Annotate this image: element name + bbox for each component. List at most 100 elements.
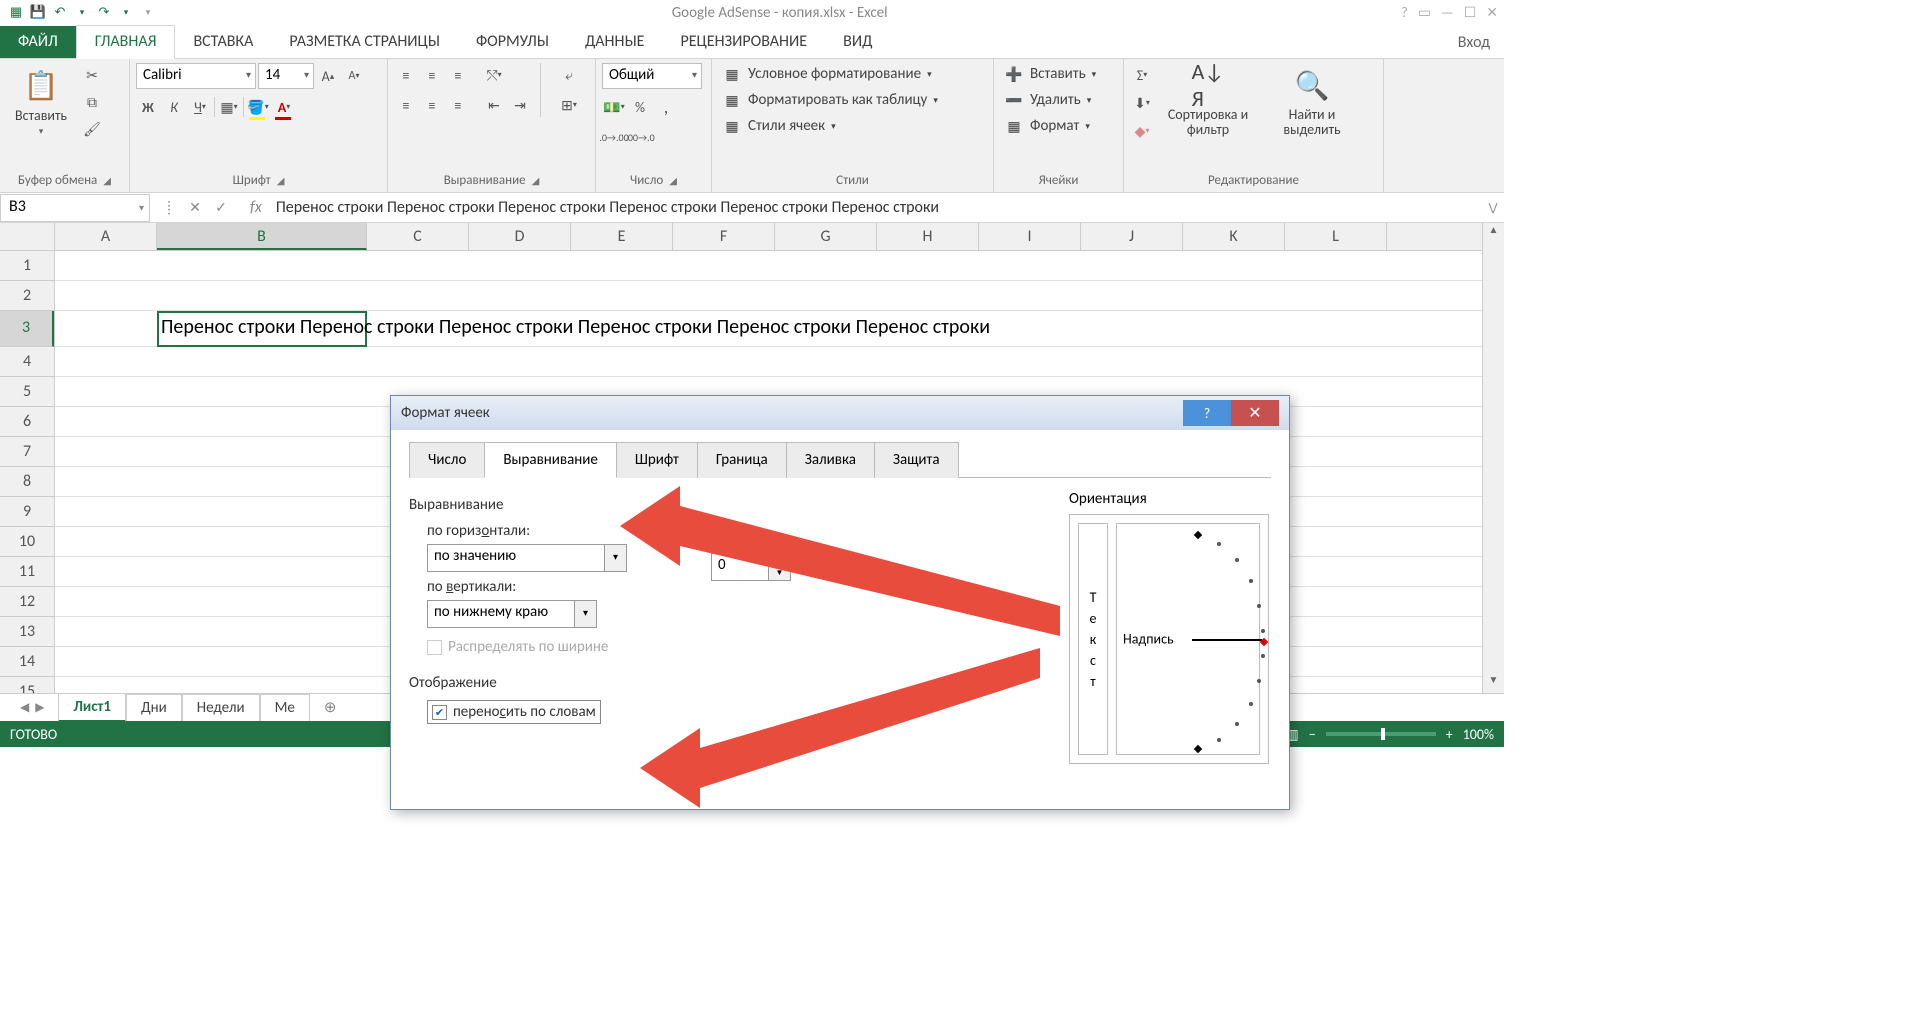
undo-icon[interactable]: ↶ [50,3,70,23]
find-select-button[interactable]: 🔍 Найти и выделить [1262,63,1362,140]
dialog-launcher-icon[interactable]: ◢ [277,174,285,187]
row-header[interactable]: 2 [0,281,54,311]
name-box[interactable]: B3▾ [0,194,150,222]
fx-icon[interactable]: fx [250,198,262,217]
redo-icon[interactable]: ↷ [94,3,114,23]
conditional-formatting-button[interactable]: ▦Условное форматирование ▾ [718,63,936,85]
row-header[interactable]: 11 [0,557,54,587]
col-header[interactable]: J [1081,223,1183,250]
row-header[interactable]: 1 [0,251,54,281]
col-header[interactable]: G [775,223,877,250]
signin-link[interactable]: Вход [1444,27,1504,58]
add-sheet-button[interactable]: ⊕ [310,694,351,721]
font-name-select[interactable]: Calibri▾ [136,63,256,89]
format-as-table-button[interactable]: ▦Форматировать как таблицу ▾ [718,89,942,111]
col-header[interactable]: I [979,223,1081,250]
formula-content[interactable]: Перенос строки Перенос строки Перенос ст… [272,198,1482,217]
scroll-up-icon[interactable]: ▲ [1483,223,1504,243]
fb-cancel-icon[interactable]: ✕ [184,199,206,216]
currency-icon[interactable]: 💵▾ [602,95,626,119]
col-header[interactable]: L [1285,223,1387,250]
scroll-down-icon[interactable]: ▼ [1483,673,1504,693]
vertical-align-select[interactable]: по нижнему краю▾ [427,600,597,628]
qat-customize-icon[interactable]: ▾ [138,3,158,23]
sheet-tab[interactable]: Дни [126,694,182,721]
decrease-indent-icon[interactable]: ⇤ [482,93,506,117]
tab-review[interactable]: РЕЦЕНЗИРОВАНИЕ [662,26,825,58]
sheet-tab[interactable]: Недели [182,694,260,721]
vertical-scrollbar[interactable]: ▲ ▼ [1482,223,1504,693]
fill-color-icon[interactable]: 🪣▾ [246,95,270,119]
ribbon-display-icon[interactable]: ▭ [1418,4,1431,21]
minimize-icon[interactable]: — [1441,4,1454,21]
cut-icon[interactable]: ✂ [80,63,104,87]
indent-spinner[interactable]: 0▲▼ [711,553,791,581]
delete-cells-button[interactable]: ➖Удалить ▾ [1000,89,1095,111]
row-header[interactable]: 12 [0,587,54,617]
format-painter-icon[interactable]: 🖌 [80,117,104,141]
maximize-icon[interactable]: ☐ [1464,4,1477,21]
tab-pagelayout[interactable]: РАЗМЕТКА СТРАНИЦЫ [271,26,458,58]
tab-formulas[interactable]: ФОРМУЛЫ [458,26,567,58]
horizontal-align-select[interactable]: по значению▾ [427,544,627,572]
save-icon[interactable]: 💾 [28,3,48,23]
comma-icon[interactable]: , [654,95,678,119]
help-icon[interactable]: ? [1401,4,1408,21]
font-color-icon[interactable]: А▾ [272,95,296,119]
col-header[interactable]: D [469,223,571,250]
close-icon[interactable]: ✕ [1486,4,1498,21]
dialog-help-button[interactable]: ? [1183,400,1231,426]
align-bottom-icon[interactable]: ≡ [446,63,470,87]
copy-icon[interactable]: ⧉ [80,90,104,114]
fb-dropdown-icon[interactable]: ⁞ [158,199,180,216]
zoom-out-icon[interactable]: − [1309,726,1316,743]
format-cells-button[interactable]: ▦Формат ▾ [1000,115,1094,137]
col-header[interactable]: H [877,223,979,250]
row-header[interactable]: 15 [0,677,54,693]
dialog-tab-alignment[interactable]: Выравнивание [484,442,617,478]
dropdown-icon[interactable]: ▾ [116,3,136,23]
dialog-tab-protection[interactable]: Защита [874,442,959,478]
row-header[interactable]: 14 [0,647,54,677]
dialog-tab-font[interactable]: Шрифт [616,442,698,478]
orientation-vertical-text[interactable]: Текст [1078,523,1108,755]
fb-expand-icon[interactable]: ⋁ [1482,201,1504,214]
dialog-tab-number[interactable]: Число [409,442,485,478]
row-header[interactable]: 10 [0,527,54,557]
align-center-icon[interactable]: ≡ [420,93,444,117]
cell-B3[interactable]: Перенос строки Перенос строки Перенос ст… [161,315,990,339]
col-header[interactable]: C [367,223,469,250]
wrap-text-checkbox[interactable]: ✔ переносить по словам [427,700,601,724]
dialog-launcher-icon[interactable]: ◢ [532,174,540,187]
dialog-tab-fill[interactable]: Заливка [786,442,875,478]
dropdown-icon[interactable]: ▾ [72,3,92,23]
increase-font-icon[interactable]: A▴ [316,64,340,88]
wrap-text-icon[interactable]: ⤶ [549,63,589,87]
number-format-select[interactable]: Общий▾ [602,63,702,89]
align-left-icon[interactable]: ≡ [394,93,418,117]
borders-icon[interactable]: ▦▾ [217,95,241,119]
row-header[interactable]: 13 [0,617,54,647]
zoom-in-icon[interactable]: + [1446,726,1453,743]
align-top-icon[interactable]: ≡ [394,63,418,87]
clear-icon[interactable]: ◆▾ [1130,119,1154,143]
col-header[interactable]: K [1183,223,1285,250]
col-header[interactable]: A [55,223,157,250]
select-all-corner[interactable] [0,223,55,251]
row-header[interactable]: 6 [0,407,54,437]
sort-filter-button[interactable]: A↓Я Сортировка и фильтр [1158,63,1258,140]
row-header[interactable]: 5 [0,377,54,407]
cell-styles-button[interactable]: ▦Стили ячеек ▾ [718,115,840,137]
tab-data[interactable]: ДАННЫЕ [567,26,663,58]
italic-button[interactable]: К [162,95,186,119]
percent-icon[interactable]: % [628,95,652,119]
dialog-launcher-icon[interactable]: ◢ [669,174,677,187]
fill-icon[interactable]: ⬇▾ [1130,91,1154,115]
row-header[interactable]: 3 [0,311,54,347]
dialog-titlebar[interactable]: Формат ячеек ? ✕ [391,396,1289,430]
row-header[interactable]: 4 [0,347,54,377]
sheet-tab[interactable]: Ме [260,694,310,721]
tab-view[interactable]: ВИД [825,26,890,58]
col-header[interactable]: E [571,223,673,250]
tab-insert[interactable]: ВСТАВКА [175,26,271,58]
